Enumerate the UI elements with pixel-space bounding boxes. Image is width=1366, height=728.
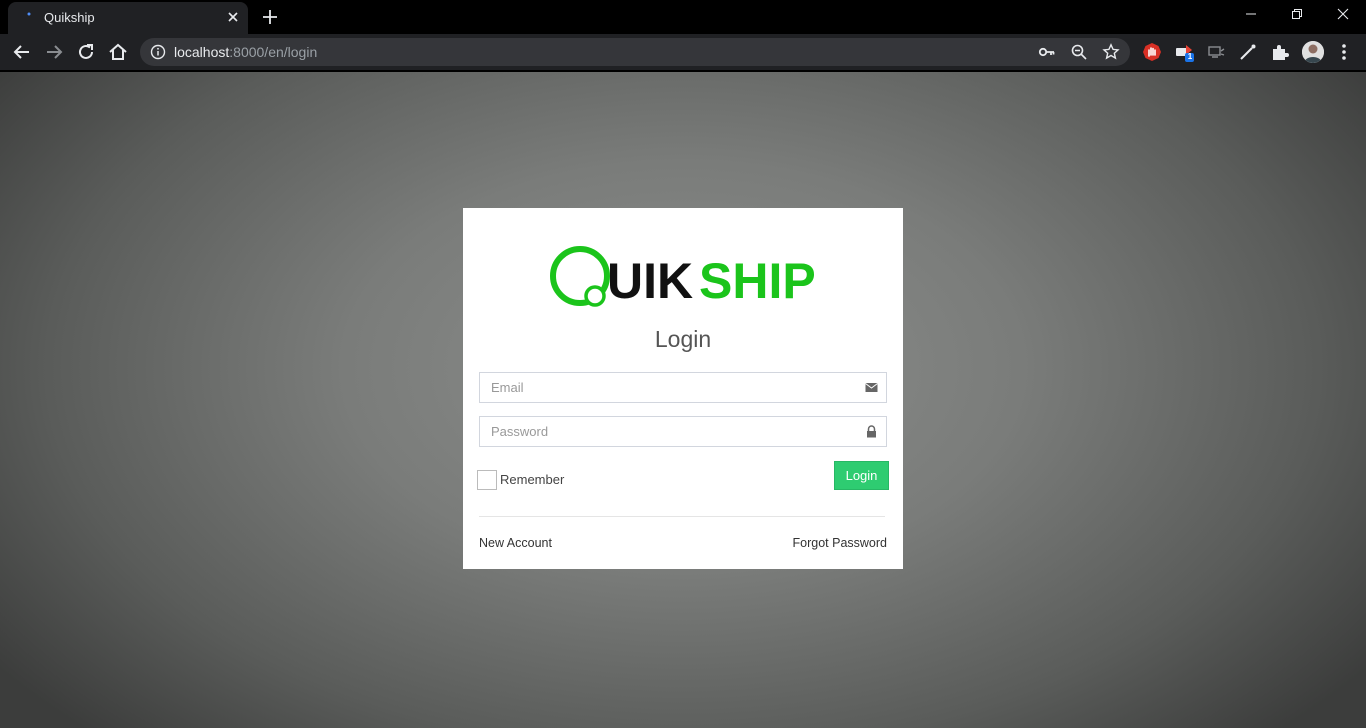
divider: [479, 516, 885, 517]
profile-avatar[interactable]: [1302, 41, 1324, 63]
menu-icon[interactable]: [1334, 42, 1354, 62]
extensions-icon[interactable]: [1270, 42, 1290, 62]
new-tab-icon[interactable]: [259, 6, 281, 28]
reload-icon[interactable]: [74, 40, 98, 64]
quikship-logo: UIK SHIP: [550, 246, 816, 309]
forgot-password-link[interactable]: Forgot Password: [793, 536, 887, 550]
address-bar[interactable]: localhost:8000/en/login: [140, 38, 1130, 66]
close-tab-icon[interactable]: [225, 9, 241, 25]
password-field[interactable]: [479, 416, 887, 447]
page-background: UIK SHIP Login Remember Login New Accoun…: [0, 72, 1366, 728]
login-button[interactable]: Login: [834, 461, 889, 490]
browser-tab[interactable]: Quikship: [8, 2, 248, 34]
star-icon[interactable]: [1102, 43, 1120, 61]
email-input[interactable]: [480, 373, 886, 402]
password-input[interactable]: [480, 417, 886, 446]
url-text[interactable]: localhost:8000/en/login: [174, 44, 317, 60]
logo-text-uik: UIK: [607, 253, 693, 309]
zoom-out-icon[interactable]: [1070, 43, 1088, 61]
login-heading: Login: [654, 326, 712, 352]
restore-icon[interactable]: [1274, 0, 1320, 30]
login-card: UIK SHIP Login Remember Login New Accoun…: [463, 208, 903, 569]
browser-toolbar: localhost:8000/en/login 1: [0, 34, 1366, 71]
info-icon[interactable]: [150, 44, 166, 60]
eyedropper-extension-icon[interactable]: [1238, 42, 1258, 62]
lock-icon: [867, 425, 876, 438]
minimize-icon[interactable]: [1228, 0, 1274, 30]
close-window-icon[interactable]: [1320, 0, 1366, 30]
translate-extension-icon[interactable]: 1: [1174, 42, 1194, 62]
back-icon[interactable]: [10, 40, 34, 64]
remember-checkbox[interactable]: [477, 470, 497, 490]
new-account-link[interactable]: New Account: [479, 536, 552, 550]
email-field[interactable]: [479, 372, 887, 403]
extension-badge: 1: [1187, 52, 1193, 61]
tab-strip: Quikship: [0, 0, 1366, 34]
remember-label: Remember: [500, 472, 565, 487]
forward-icon[interactable]: [42, 40, 66, 64]
key-icon[interactable]: [1038, 43, 1056, 61]
url-host: localhost: [174, 44, 230, 60]
favicon-icon: [27, 12, 31, 16]
tab-title: Quikship: [44, 10, 95, 25]
logo-text-ship: SHIP: [699, 253, 816, 309]
envelope-icon: [865, 383, 878, 392]
url-path: :8000/en/login: [229, 44, 318, 60]
home-icon[interactable]: [106, 40, 130, 64]
screen-extension-icon[interactable]: [1206, 42, 1226, 62]
stop-hand-extension-icon[interactable]: [1142, 42, 1162, 62]
